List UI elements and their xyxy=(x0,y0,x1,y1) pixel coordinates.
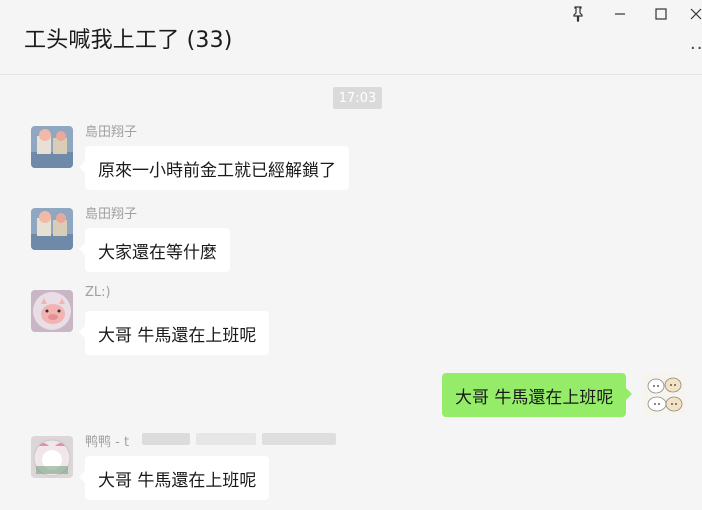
sender-name: 鸭鸭 - t xyxy=(85,435,130,450)
timestamp-chip: 17:03 xyxy=(333,87,382,109)
avatar-yaya[interactable] xyxy=(31,436,73,478)
title-bar: 工头喊我上工了 (33) ... xyxy=(0,0,702,75)
avatar-zl[interactable] xyxy=(31,290,73,332)
avatar-shimada[interactable] xyxy=(31,208,73,250)
more-options-icon[interactable]: ... xyxy=(690,35,702,53)
sender-name: 島田翔子 xyxy=(85,207,138,222)
avatar-self[interactable] xyxy=(643,373,685,415)
maximize-icon[interactable] xyxy=(643,2,679,26)
chat-window: 工头喊我上工了 (33) ... 17:03 島田翔子 原來一小時前金工就已經 xyxy=(0,0,702,510)
redacted-text xyxy=(142,433,190,445)
message-bubble[interactable]: 大哥 牛馬還在上班呢 xyxy=(78,311,270,355)
redacted-text xyxy=(262,433,336,445)
avatar-shimada[interactable] xyxy=(31,126,73,168)
message-bubble[interactable]: 原來一小時前金工就已經解鎖了 xyxy=(79,146,349,190)
message-bubble-outgoing[interactable]: 大哥 牛馬還在上班呢 xyxy=(442,373,633,417)
chat-title: 工头喊我上工了 (33) xyxy=(24,28,233,53)
sender-name: 島田翔子 xyxy=(85,125,138,140)
sender-name: ZL:) xyxy=(85,285,111,300)
message-bubble[interactable]: 大家還在等什麼 xyxy=(79,228,230,272)
close-icon[interactable] xyxy=(684,2,702,26)
minimize-icon[interactable] xyxy=(602,2,638,26)
redacted-text xyxy=(196,433,256,445)
pin-icon[interactable] xyxy=(560,2,596,26)
message-bubble[interactable]: 大哥 牛馬還在上班呢 xyxy=(78,456,270,500)
